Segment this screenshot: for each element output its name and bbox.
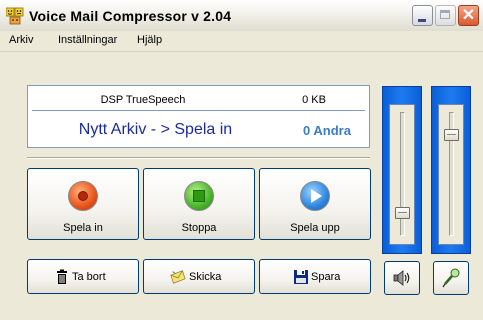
menu-bar: Arkiv Inställningar Hjälp (0, 31, 483, 52)
microphone-volume-frame (431, 86, 471, 254)
section-divider (27, 157, 370, 159)
stop-button[interactable]: Stoppa (143, 168, 255, 240)
menu-hjalp[interactable]: Hjälp (137, 34, 162, 46)
record-icon (68, 181, 98, 211)
display-divider (32, 110, 365, 111)
envelope-icon (170, 270, 186, 284)
send-label: Skicka (189, 271, 222, 283)
faces-icon (6, 7, 24, 25)
microphone-button[interactable] (433, 261, 469, 295)
play-label: Spela upp (290, 222, 340, 234)
title-bar[interactable]: Voice Mail Compressor v 2.04 ✕ (0, 0, 483, 32)
close-icon: ✕ (461, 7, 476, 24)
floppy-disk-icon (294, 270, 308, 284)
menu-arkiv[interactable]: Arkiv (9, 34, 33, 46)
status-text: Nytt Arkiv - > Spela in (78, 121, 233, 138)
trash-icon (57, 269, 67, 284)
play-button[interactable]: Spela upp (259, 168, 371, 240)
close-button[interactable]: ✕ (458, 5, 479, 26)
maximize-icon (440, 10, 450, 19)
record-label: Spela in (63, 222, 103, 234)
file-size: 0 KB (302, 94, 326, 106)
minimize-icon (418, 19, 426, 22)
record-button[interactable]: Spela in (27, 168, 139, 240)
speaker-button[interactable] (384, 261, 420, 295)
microphone-volume-thumb[interactable] (444, 128, 459, 141)
codec-label: DSP TrueSpeech (100, 94, 186, 106)
save-label: Spara (311, 271, 341, 283)
seconds-counter: 0 Andra (303, 123, 351, 138)
microphone-icon (442, 268, 460, 288)
delete-label: Ta bort (72, 271, 106, 283)
menu-installningar[interactable]: Inställningar (58, 34, 117, 46)
speaker-icon (393, 270, 410, 286)
app-window: Voice Mail Compressor v 2.04 ✕ Arkiv Ins… (0, 0, 483, 320)
send-button[interactable]: Skicka (143, 259, 255, 294)
status-display: DSP TrueSpeech 0 KB Nytt Arkiv - > Spela… (27, 85, 370, 148)
speaker-volume-frame (382, 86, 422, 254)
stop-label: Stoppa (181, 222, 217, 234)
microphone-volume-panel (438, 104, 464, 245)
save-button[interactable]: Spara (259, 259, 371, 294)
window-title: Voice Mail Compressor v 2.04 (29, 8, 232, 24)
play-icon (300, 181, 330, 211)
speaker-volume-thumb[interactable] (395, 207, 410, 220)
maximize-button[interactable] (435, 5, 456, 26)
stop-icon (184, 181, 214, 211)
minimize-button[interactable] (412, 5, 433, 26)
speaker-volume-panel (389, 104, 415, 245)
delete-button[interactable]: Ta bort (27, 259, 139, 294)
